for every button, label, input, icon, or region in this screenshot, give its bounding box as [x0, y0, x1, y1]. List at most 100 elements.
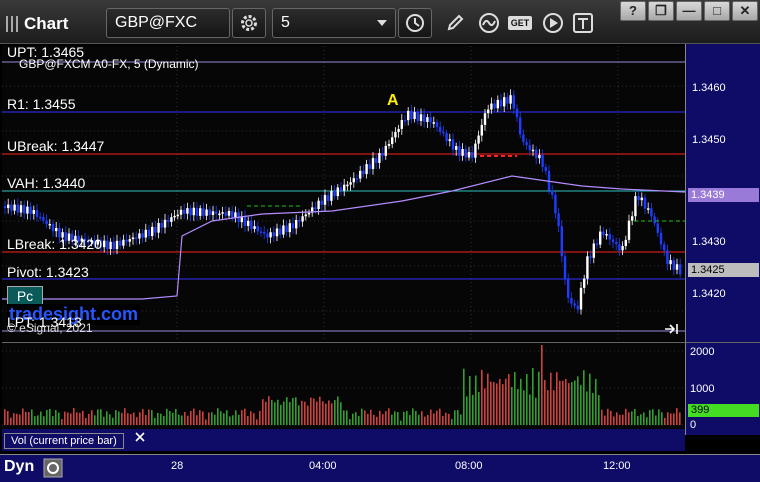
volume-bar [625, 408, 627, 425]
chart-area[interactable]: GBP@FXCM A0-FX, 5 (Dynamic) A UPT: 1.346… [0, 44, 760, 482]
candle-body [227, 211, 231, 216]
candle-body [605, 234, 608, 236]
candle-body [621, 246, 624, 251]
jump-to-end-icon[interactable] [664, 323, 680, 335]
volume-bar [100, 409, 102, 425]
candle-body [32, 210, 35, 214]
volume-bar [91, 410, 93, 425]
volume-bar [238, 414, 240, 425]
volume-bar [403, 411, 405, 425]
symbol-input[interactable]: GBP@FXC [106, 8, 230, 38]
candle-body [451, 139, 455, 150]
price-axis[interactable]: 1.3460 1.3450 1.3439 1.3430 1.3425 1.342… [685, 44, 760, 342]
candle-body [263, 231, 266, 234]
candle-body [26, 206, 29, 214]
candle-body [410, 110, 413, 120]
candle-body [144, 229, 147, 238]
volume-bar [397, 412, 399, 425]
candle-body [563, 256, 567, 280]
candle-body [167, 219, 170, 222]
volume-bar [346, 410, 348, 425]
candle-body [627, 220, 631, 240]
candle-body [224, 212, 227, 216]
volume-bar [532, 368, 534, 425]
volume-bar [472, 394, 474, 425]
volume-bar [568, 383, 570, 425]
volume-bar [106, 411, 108, 425]
close-button[interactable]: ✕ [732, 1, 758, 21]
volume-bar [49, 408, 51, 425]
volume-bar [316, 401, 318, 425]
candle-body [551, 190, 554, 195]
studies-button[interactable] [232, 8, 266, 38]
volume-bar [301, 400, 303, 425]
candle-body [157, 222, 160, 233]
drag-handle-icon[interactable] [6, 16, 18, 32]
link-icon[interactable] [43, 458, 63, 478]
candle-body [471, 151, 474, 158]
candle-body [339, 187, 343, 191]
window-title[interactable]: Chart [6, 10, 68, 38]
time-tick: 28 [171, 460, 184, 472]
volume-chart[interactable] [2, 343, 685, 430]
candle-body [416, 112, 419, 121]
volume-bar [310, 397, 312, 425]
volume-bar [232, 415, 234, 425]
candle-body [362, 170, 365, 175]
volume-bar [535, 397, 537, 425]
candle-body [205, 209, 208, 216]
candle-body [192, 207, 195, 216]
volume-bar [157, 412, 159, 425]
volume-bar [622, 414, 624, 425]
candle-body [304, 214, 307, 217]
candle-body [387, 144, 391, 146]
replay-button[interactable] [538, 8, 568, 38]
candle-body [371, 158, 375, 169]
price-pane[interactable]: GBP@FXCM A0-FX, 5 (Dynamic) A UPT: 1.346… [2, 44, 685, 341]
volume-legend-bar: Vol (current price bar) [2, 429, 685, 451]
candle-body [535, 149, 538, 159]
candle-body [7, 204, 10, 209]
volume-bar [154, 417, 156, 425]
close-icon[interactable] [135, 432, 145, 442]
volume-axis[interactable]: 2000 1000 399 0 [685, 342, 760, 435]
volume-pane[interactable] [2, 342, 685, 436]
time-axis[interactable]: Dyn 28 04:00 08:00 12:00 [0, 454, 760, 482]
maximize-button[interactable]: □ [704, 1, 730, 21]
candle-body [487, 109, 490, 114]
volume-tick: 1000 [690, 383, 715, 395]
time-template-button[interactable] [398, 8, 432, 38]
help-button[interactable]: ? [620, 1, 646, 21]
get-label: GET [507, 16, 533, 30]
volume-bar [544, 380, 546, 425]
text-tool-button[interactable] [570, 8, 596, 38]
candle-body [333, 190, 336, 197]
volume-bar [550, 372, 552, 425]
draw-tools-button[interactable] [438, 8, 472, 38]
price-chart[interactable] [2, 46, 685, 341]
volume-bar [169, 411, 171, 425]
candle-body [10, 204, 13, 211]
candle-body [432, 122, 435, 124]
volume-bar [124, 408, 126, 425]
volume-bar [184, 411, 186, 425]
candle-body [256, 226, 259, 232]
volume-bar [433, 413, 435, 425]
volume-bar [583, 370, 585, 425]
restore-button[interactable]: ❐ [648, 1, 674, 21]
candle-body [407, 110, 410, 121]
volume-bar [208, 412, 210, 425]
dyn-label[interactable]: Dyn [4, 458, 34, 476]
interval-select[interactable]: 5 [272, 8, 396, 38]
volume-bar [571, 382, 573, 425]
volume-bar [247, 416, 249, 425]
minimize-button[interactable]: — [676, 1, 702, 21]
indicator-button[interactable] [472, 8, 506, 38]
get-data-button[interactable]: GET [506, 8, 534, 38]
volume-bar [223, 413, 225, 425]
volume-bar [166, 408, 168, 425]
volume-bar [229, 416, 231, 425]
volume-bar [289, 402, 291, 425]
volume-bar [286, 397, 288, 425]
squiggle-icon [479, 13, 499, 33]
